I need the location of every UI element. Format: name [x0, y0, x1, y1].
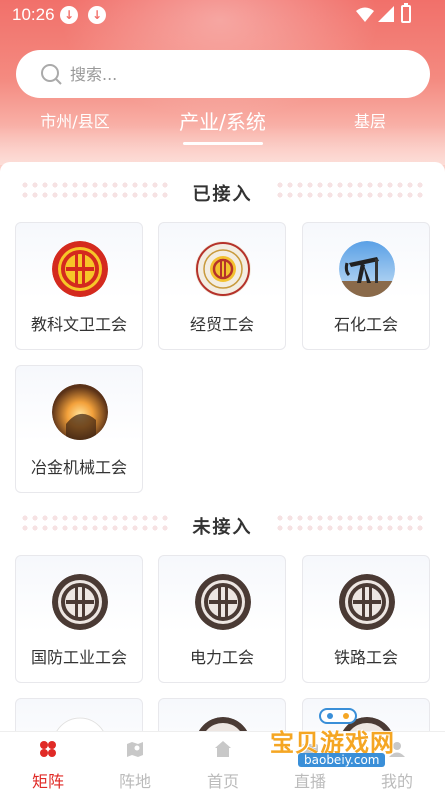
- nav-home[interactable]: 首页: [183, 740, 263, 791]
- union-card[interactable]: 石化工会: [302, 222, 430, 350]
- download-icon: ↓: [60, 6, 78, 24]
- nav-position[interactable]: 阵地: [95, 740, 175, 791]
- nav-label: 首页: [206, 772, 239, 791]
- nav-label: 直播: [293, 772, 326, 791]
- union-card[interactable]: [158, 698, 286, 731]
- download-icon: ↓: [88, 6, 106, 24]
- union-emblem-red-icon: [52, 241, 108, 297]
- union-card[interactable]: 电力工会: [158, 555, 286, 683]
- union-card-label: 教科文卫工会: [30, 315, 127, 334]
- search-bar[interactable]: [16, 50, 430, 98]
- nav-live[interactable]: 直播: [270, 740, 350, 791]
- union-card-label: 冶金机械工会: [30, 458, 127, 477]
- nav-label: 矩阵: [31, 772, 64, 791]
- map-pin-icon: [127, 742, 143, 757]
- section-title: 已接入: [178, 180, 267, 206]
- section-title: 未接入: [178, 513, 267, 539]
- oil-pump-icon: [339, 241, 395, 297]
- search-input[interactable]: [70, 64, 370, 84]
- home-icon: [215, 741, 231, 757]
- union-card[interactable]: 铁路工会: [302, 555, 430, 683]
- signal-icon: [378, 6, 394, 22]
- tab-city-county[interactable]: 市州/县区: [30, 108, 120, 132]
- nav-matrix[interactable]: 矩阵: [8, 740, 88, 791]
- trade-union-seal-icon: [195, 241, 251, 297]
- content-panel: 已接入 教科文卫工会 经贸工会 石化工会 冶金机械工会 未接入 国防工业工会 电…: [0, 162, 445, 731]
- user-icon: [389, 742, 405, 757]
- metallurgy-furnace-icon: [52, 384, 108, 440]
- nav-label: 阵地: [118, 772, 151, 791]
- union-card-label: 国防工业工会: [30, 648, 127, 667]
- union-card[interactable]: 冶金机械工会: [15, 365, 143, 493]
- union-card[interactable]: 国防工业工会: [15, 555, 143, 683]
- union-emblem-gray-icon: [339, 574, 395, 630]
- union-emblem-gray-icon: [52, 574, 108, 630]
- union-emblem-gray-icon: [195, 574, 251, 630]
- section-header-connected: 已接入: [0, 172, 445, 206]
- nav-mine[interactable]: 我的: [357, 740, 437, 791]
- live-icon: [302, 744, 318, 756]
- search-icon: [41, 64, 62, 85]
- union-card[interactable]: 经贸工会: [158, 222, 286, 350]
- tab-industry-system[interactable]: 产业/系统: [160, 106, 285, 145]
- section-header-not-connected: 未接入: [0, 505, 445, 539]
- union-card-label: 电力工会: [189, 648, 254, 667]
- active-tab-indicator: [182, 142, 263, 145]
- union-card[interactable]: [15, 698, 143, 731]
- union-card-label: 石化工会: [333, 315, 398, 334]
- category-tabs: 市州/县区 产业/系统 基层: [0, 108, 445, 152]
- union-card-label: 铁路工会: [333, 648, 398, 667]
- union-emblem-gray-icon: [342, 717, 392, 731]
- bottom-navigation: 矩阵 阵地 首页 直播 我的: [0, 731, 445, 791]
- union-card[interactable]: 教科文卫工会: [15, 222, 143, 350]
- battery-icon: [401, 3, 411, 23]
- status-time: 10:26: [12, 5, 55, 24]
- grid-icon: [40, 741, 56, 757]
- status-bar: 10:26 ↓ ↓: [0, 0, 445, 30]
- nav-label: 我的: [380, 772, 413, 791]
- wifi-icon: [356, 7, 374, 22]
- tab-grassroots[interactable]: 基层: [335, 108, 405, 132]
- union-card[interactable]: [302, 698, 430, 731]
- union-emblem-gray-icon: [55, 717, 105, 731]
- union-card-label: 经贸工会: [189, 315, 254, 334]
- union-emblem-gray-icon: [198, 717, 248, 731]
